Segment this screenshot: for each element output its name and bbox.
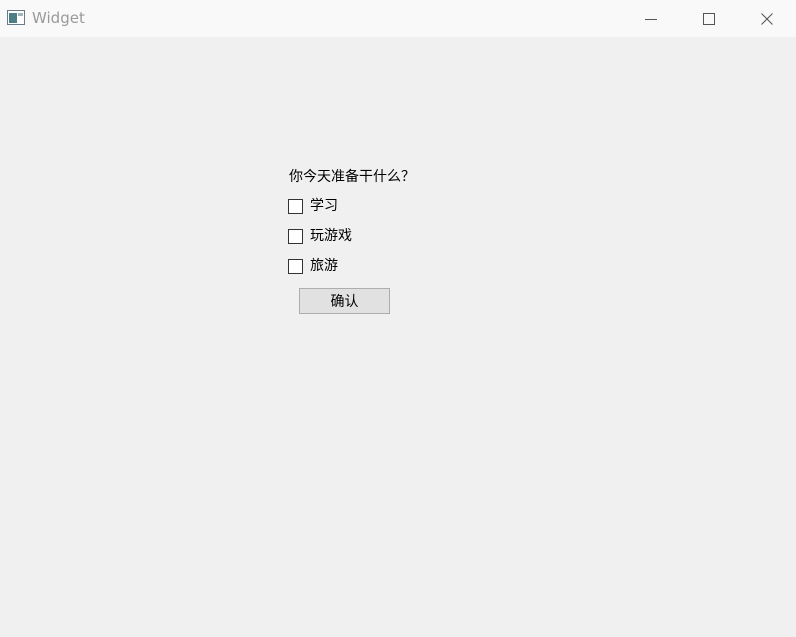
checkbox-box[interactable] [288, 228, 303, 244]
checkbox-box[interactable] [288, 198, 303, 214]
maximize-button[interactable] [680, 0, 738, 37]
checkbox-label: 学习 [310, 198, 338, 214]
checkbox-travel[interactable]: 旅游 [288, 257, 338, 275]
checkbox-study[interactable]: 学习 [288, 197, 338, 215]
app-window: Widget 你今天准备干什么？ 学习 玩游戏 旅游 确认 [0, 0, 796, 637]
close-icon [761, 12, 773, 25]
app-icon [7, 10, 25, 25]
close-button[interactable] [738, 0, 796, 37]
maximize-icon [703, 12, 715, 25]
confirm-button[interactable]: 确认 [299, 288, 390, 314]
title-bar[interactable]: Widget [0, 0, 796, 37]
checkbox-play-games[interactable]: 玩游戏 [288, 227, 352, 245]
minimize-button[interactable] [622, 0, 680, 37]
content-area: 你今天准备干什么？ 学习 玩游戏 旅游 确认 [0, 37, 796, 637]
checkbox-label: 旅游 [310, 258, 338, 274]
minimize-icon [645, 18, 657, 20]
question-label: 你今天准备干什么？ [289, 169, 415, 185]
checkbox-label: 玩游戏 [310, 228, 352, 244]
checkbox-box[interactable] [288, 258, 303, 274]
window-title: Widget [32, 9, 85, 27]
